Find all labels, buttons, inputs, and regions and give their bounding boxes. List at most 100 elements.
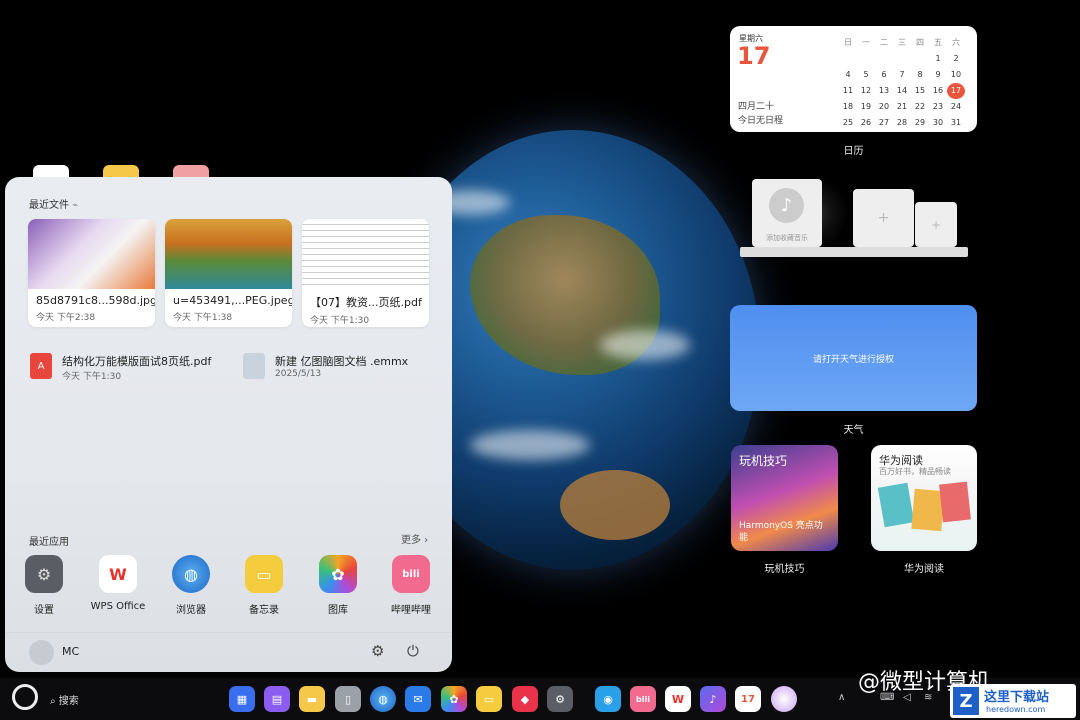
calendar-header-row: 日一二三四五六 — [839, 32, 975, 48]
site-watermark: Z 这里下载站 heredown.com — [950, 684, 1076, 718]
calendar-icon[interactable]: 17 — [735, 686, 761, 712]
app-label: 哔哩哔哩 — [391, 605, 431, 616]
file-thumbnail — [302, 219, 429, 289]
calendar-widget-label: 日历 — [843, 146, 864, 157]
browser-icon: ◍ — [172, 555, 210, 593]
search-icon: ⌕ — [50, 696, 56, 707]
app-notes[interactable]: ▭ 备忘录 — [236, 555, 292, 616]
book-cover — [939, 481, 971, 523]
file-name: 85d8791c8...598d.jpg — [36, 294, 155, 307]
app-label: WPS Office — [90, 601, 146, 612]
settings-icon[interactable]: ⚙ — [547, 686, 573, 712]
doc-date: 今天 下午1:30 — [62, 372, 122, 382]
settings-gear-icon[interactable]: ⚙ — [371, 642, 384, 660]
browser-icon[interactable]: ◍ — [370, 686, 396, 712]
avatar[interactable] — [29, 640, 54, 665]
more-button[interactable]: 更多 › — [401, 531, 428, 546]
file-thumbnail — [165, 219, 292, 289]
calendar-week-row: 18 19 20 21 22 23 24 — [839, 96, 975, 112]
wallpaper-australia — [560, 470, 670, 540]
assistant-icon[interactable] — [771, 686, 797, 712]
mindmap-icon — [243, 353, 265, 379]
calendar-date[interactable]: 31 — [947, 115, 965, 131]
app-gallery-icon[interactable]: ◆ — [512, 686, 538, 712]
file-date: 今天 下午1:30 — [310, 316, 370, 326]
wps-icon[interactable]: W — [665, 686, 691, 712]
app-label: 图库 — [328, 605, 348, 616]
gallery-icon: ✿ — [319, 555, 357, 593]
calendar-no-schedule: 今日无日程 — [738, 116, 784, 126]
folder-icon[interactable]: ▬ — [299, 686, 325, 712]
app-label: 浏览器 — [176, 605, 206, 616]
music-card: ♪ 添加收藏音乐 — [752, 179, 822, 247]
recent-file-card[interactable]: 85d8791c8...598d.jpg 今天 下午2:38 — [28, 219, 155, 327]
recent-file-card[interactable]: u=453491,...PEG.jpeg 今天 下午1:38 — [165, 219, 292, 327]
notes-icon[interactable]: ▭ — [476, 686, 502, 712]
app-wps[interactable]: W WPS Office — [90, 555, 146, 612]
app-gallery[interactable]: ✿ 图库 — [310, 555, 366, 616]
site-logo-icon: Z — [953, 687, 979, 715]
wallpaper-cloud — [600, 330, 690, 360]
app-settings[interactable]: ⚙ 设置 — [16, 555, 72, 616]
calendar-week-row: 12 — [839, 48, 975, 64]
bilibili-icon: bili — [392, 555, 430, 593]
calendar-date[interactable]: 27 — [875, 115, 893, 131]
link-icon: ⌁ — [72, 200, 79, 211]
app-grid-icon[interactable]: ▦ — [229, 686, 255, 712]
start-button[interactable] — [12, 684, 38, 710]
tips-subtitle: HarmonyOS 亮点功能 — [739, 521, 823, 543]
app-bilibili[interactable]: bili 哔哩哔哩 — [383, 555, 439, 616]
calendar-widget[interactable]: 星期六 17 四月二十 今日无日程 日一二三四五六 1 2 4 5 6 7 8 9 10 11 12 1… — [730, 26, 977, 132]
music-add-slot[interactable]: + — [853, 189, 914, 247]
calendar-date[interactable]: 30 — [929, 115, 947, 131]
weather-widget[interactable]: 请打开天气进行授权 — [730, 305, 977, 411]
tips-widget-label: 玩机技巧 — [764, 564, 805, 575]
pdf-icon: A — [30, 353, 52, 379]
file-name: u=453491,...PEG.jpeg — [173, 294, 292, 307]
camera-icon[interactable]: ◉ — [595, 686, 621, 712]
power-icon[interactable]: ⏻ — [407, 642, 419, 660]
calendar-week-row: 11 12 13 14 15 16 17 — [839, 80, 975, 99]
wallpaper-cloud — [470, 430, 590, 460]
music-add-slot[interactable]: + — [915, 202, 957, 247]
gallery-icon[interactable]: ✿ — [441, 686, 467, 712]
calendar-date[interactable]: 29 — [911, 115, 929, 131]
site-url: heredown.com — [986, 705, 1046, 714]
calendar-date[interactable]: 25 — [839, 115, 857, 131]
calendar-date[interactable]: 26 — [857, 115, 875, 131]
settings-icon: ⚙ — [25, 555, 63, 593]
reading-subtitle: 百万好书，精品畅读 — [879, 467, 951, 476]
reading-widget[interactable]: 华为阅读 百万好书，精品畅读 — [871, 445, 977, 551]
taskbar-search[interactable]: ⌕ 搜索 — [50, 692, 79, 707]
recent-doc-item[interactable]: A 结构化万能模版面试8页纸.pdf 今天 下午1:30 — [30, 353, 240, 385]
tips-widget[interactable]: 玩机技巧 HarmonyOS 亮点功能 — [731, 445, 838, 551]
recent-file-card[interactable]: 【07】教资...页纸.pdf 今天 下午1:30 — [302, 219, 429, 327]
reading-widget-label: 华为阅读 — [904, 564, 944, 575]
calendar-date[interactable]: 28 — [893, 115, 911, 131]
recycle-bin-icon[interactable]: ▯ — [335, 686, 361, 712]
file-name: 【07】教资...页纸.pdf — [310, 296, 422, 309]
music-widget[interactable]: ♪ 添加收藏音乐 + + — [740, 177, 970, 259]
weather-message: 请打开天气进行授权 — [812, 355, 894, 365]
weather-widget-label: 天气 — [843, 425, 864, 436]
app-browser[interactable]: ◍ 浏览器 — [163, 555, 219, 616]
music-note-icon: ♪ — [769, 188, 804, 223]
calendar-week-row: 4 5 6 7 8 9 10 — [839, 64, 975, 80]
mail-icon[interactable]: ✉ — [405, 686, 431, 712]
recent-doc-item[interactable]: 新建 亿图脑图文档 .emmx 2025/5/13 — [243, 353, 443, 385]
tips-title: 玩机技巧 — [739, 454, 788, 468]
music-icon[interactable]: ♪ — [700, 686, 726, 712]
file-manager-icon[interactable]: ▤ — [264, 686, 290, 712]
bilibili-icon[interactable]: bili — [630, 686, 656, 712]
recent-apps-title: 最近应用 — [29, 537, 69, 548]
notes-icon: ▭ — [245, 555, 283, 593]
file-date: 今天 下午2:38 — [36, 313, 96, 323]
chevron-up-icon[interactable]: ∧ — [838, 692, 845, 703]
site-name: 这里下载站 — [984, 690, 1050, 705]
book-cover — [877, 482, 915, 528]
doc-name: 结构化万能模版面试8页纸.pdf — [62, 355, 212, 368]
file-thumbnail — [28, 219, 155, 289]
calendar-day-number: 17 — [737, 42, 771, 70]
doc-name: 新建 亿图脑图文档 .emmx — [275, 355, 409, 368]
app-label: 设置 — [34, 605, 54, 616]
